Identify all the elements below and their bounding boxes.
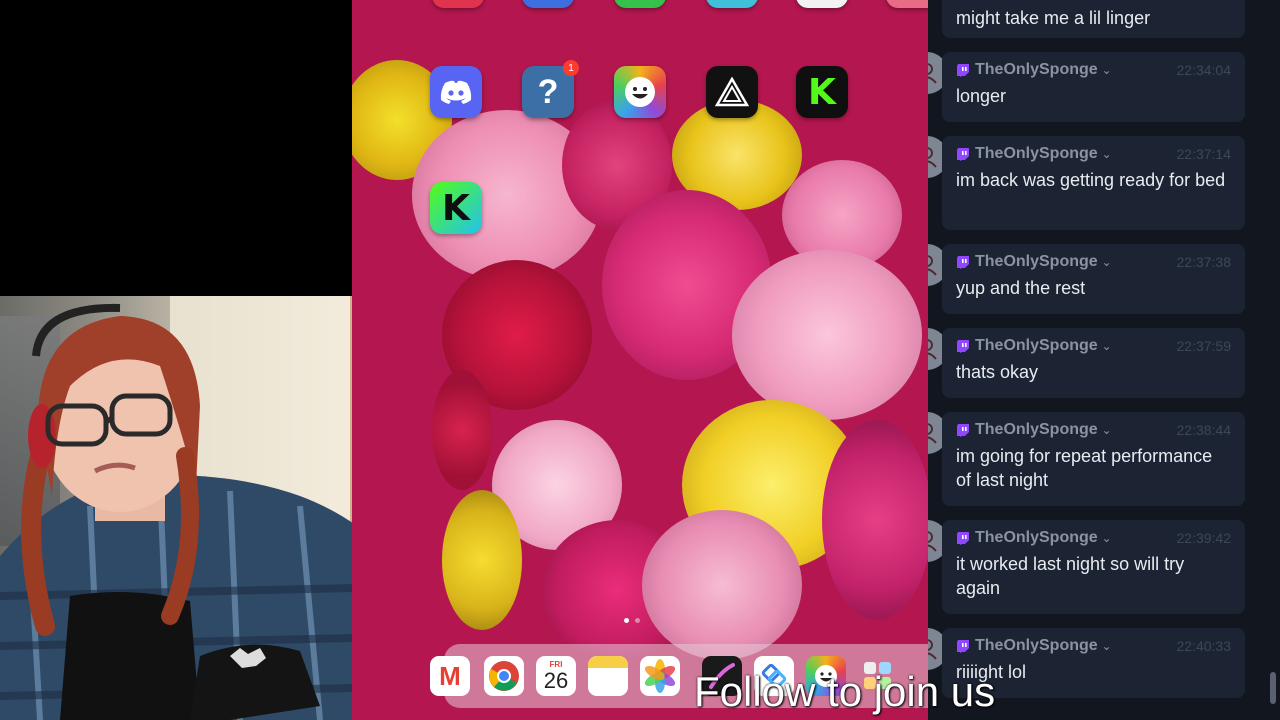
message-text: im back was getting ready for bed <box>956 170 1226 190</box>
username[interactable]: TheOnlySponge <box>975 421 1098 439</box>
chat-bubble: TheOnlySponge ⌄ 22:38:44 im going for re… <box>942 412 1245 506</box>
username[interactable]: TheOnlySponge <box>975 529 1098 547</box>
chat-panel: might take me a lil linger TheOnlySponge… <box>928 0 1280 720</box>
twitch-icon <box>957 256 969 269</box>
calendar-app[interactable]: FRI 26 <box>536 656 576 696</box>
chrome-icon <box>489 661 519 691</box>
chat-bubble: TheOnlySponge ⌄ 22:37:14 im back was get… <box>942 136 1245 230</box>
user-icon <box>928 639 937 660</box>
top-app-partial-4[interactable] <box>706 0 758 8</box>
chevron-down-icon[interactable]: ⌄ <box>1102 531 1112 545</box>
discord-app[interactable] <box>430 66 482 118</box>
message-text: yup and the rest <box>956 278 1086 298</box>
photos-icon <box>644 659 676 693</box>
username[interactable]: TheOnlySponge <box>975 145 1098 163</box>
kick-app[interactable]: K <box>796 66 848 118</box>
notes-icon <box>588 656 628 668</box>
twitch-icon <box>957 148 969 161</box>
chat-bubble: TheOnlySponge ⌄ 22:39:42 it worked last … <box>942 520 1245 614</box>
chat-scrollbar[interactable] <box>1270 672 1276 704</box>
black-region <box>0 0 352 296</box>
gmail-icon: M <box>439 660 461 691</box>
username[interactable]: TheOnlySponge <box>975 61 1098 79</box>
kick-icon: K <box>808 71 836 113</box>
chat-bubble: TheOnlySponge ⌄ 22:37:38 yup and the res… <box>942 244 1245 314</box>
user-icon <box>928 147 937 168</box>
message-text: riiiight lol <box>956 662 1027 682</box>
message-text: might take me a lil linger <box>956 8 1151 28</box>
top-app-partial-2[interactable] <box>522 0 574 8</box>
twitch-icon <box>957 424 969 437</box>
notes-app[interactable] <box>588 656 628 696</box>
chevron-down-icon[interactable]: ⌄ <box>1102 639 1112 653</box>
twitch-icon <box>957 532 969 545</box>
top-app-partial-5[interactable] <box>796 0 848 8</box>
timestamp: 22:37:38 <box>1176 254 1232 270</box>
timestamp: 22:39:42 <box>1176 530 1232 546</box>
page-indicator[interactable] <box>624 618 640 623</box>
twitch-icon <box>957 340 969 353</box>
user-icon <box>928 531 937 552</box>
kick-studio-app[interactable]: K <box>430 182 482 234</box>
timestamp: 22:34:04 <box>1176 62 1232 78</box>
user-icon <box>928 423 937 444</box>
chevron-down-icon[interactable]: ⌄ <box>1102 339 1112 353</box>
message-text: longer <box>956 86 1007 106</box>
chat-bubble: TheOnlySponge ⌄ 22:37:59 thats okay <box>942 328 1245 398</box>
help-app[interactable]: ? 1 <box>522 60 579 118</box>
question-icon: ? <box>537 72 559 111</box>
calendar-date: 26 <box>543 667 569 693</box>
notification-badge: 1 <box>563 60 579 76</box>
message-text: im going for repeat performance of last … <box>956 446 1213 490</box>
user-icon <box>928 339 937 360</box>
top-app-partial-1[interactable] <box>432 0 484 8</box>
discord-icon <box>440 80 472 104</box>
username[interactable]: TheOnlySponge <box>975 637 1098 655</box>
chrome-app[interactable] <box>484 656 524 696</box>
chevron-down-icon[interactable]: ⌄ <box>1102 255 1112 269</box>
twitch-icon <box>957 64 969 77</box>
gmail-app[interactable]: M <box>430 656 470 696</box>
user-icon <box>928 255 937 276</box>
message-text: thats okay <box>956 362 1039 382</box>
chevron-down-icon[interactable]: ⌄ <box>1102 423 1112 437</box>
chat-bubble: might take me a lil linger <box>942 0 1245 38</box>
chevron-down-icon[interactable]: ⌄ <box>1102 63 1112 77</box>
follow-overlay-text: Follow to join us <box>694 668 996 715</box>
username[interactable]: TheOnlySponge <box>975 337 1098 355</box>
chevron-down-icon[interactable]: ⌄ <box>1102 147 1112 161</box>
timestamp: 22:38:44 <box>1176 422 1232 438</box>
username[interactable]: TheOnlySponge <box>975 253 1098 271</box>
top-app-partial-3[interactable] <box>614 0 666 8</box>
timestamp: 22:37:59 <box>1176 338 1232 354</box>
kick-icon: K <box>442 187 470 229</box>
user-icon <box>928 63 937 84</box>
photos-app[interactable] <box>640 656 680 696</box>
timestamp: 22:40:33 <box>1176 638 1232 654</box>
triangle-icon <box>715 77 749 107</box>
top-app-partial-6[interactable] <box>886 0 928 8</box>
trivia-icon <box>625 77 655 107</box>
chat-bubble: TheOnlySponge ⌄ 22:34:04 longer <box>942 52 1245 122</box>
message-text: it worked last night so will try again <box>956 554 1185 598</box>
twitch-icon <box>957 640 969 653</box>
timestamp: 22:37:14 <box>1176 146 1232 162</box>
trivia-app[interactable] <box>614 66 666 118</box>
prisma-app[interactable] <box>706 66 758 118</box>
phone-screen: ? 1 K K M FRI 26 <box>352 0 928 720</box>
